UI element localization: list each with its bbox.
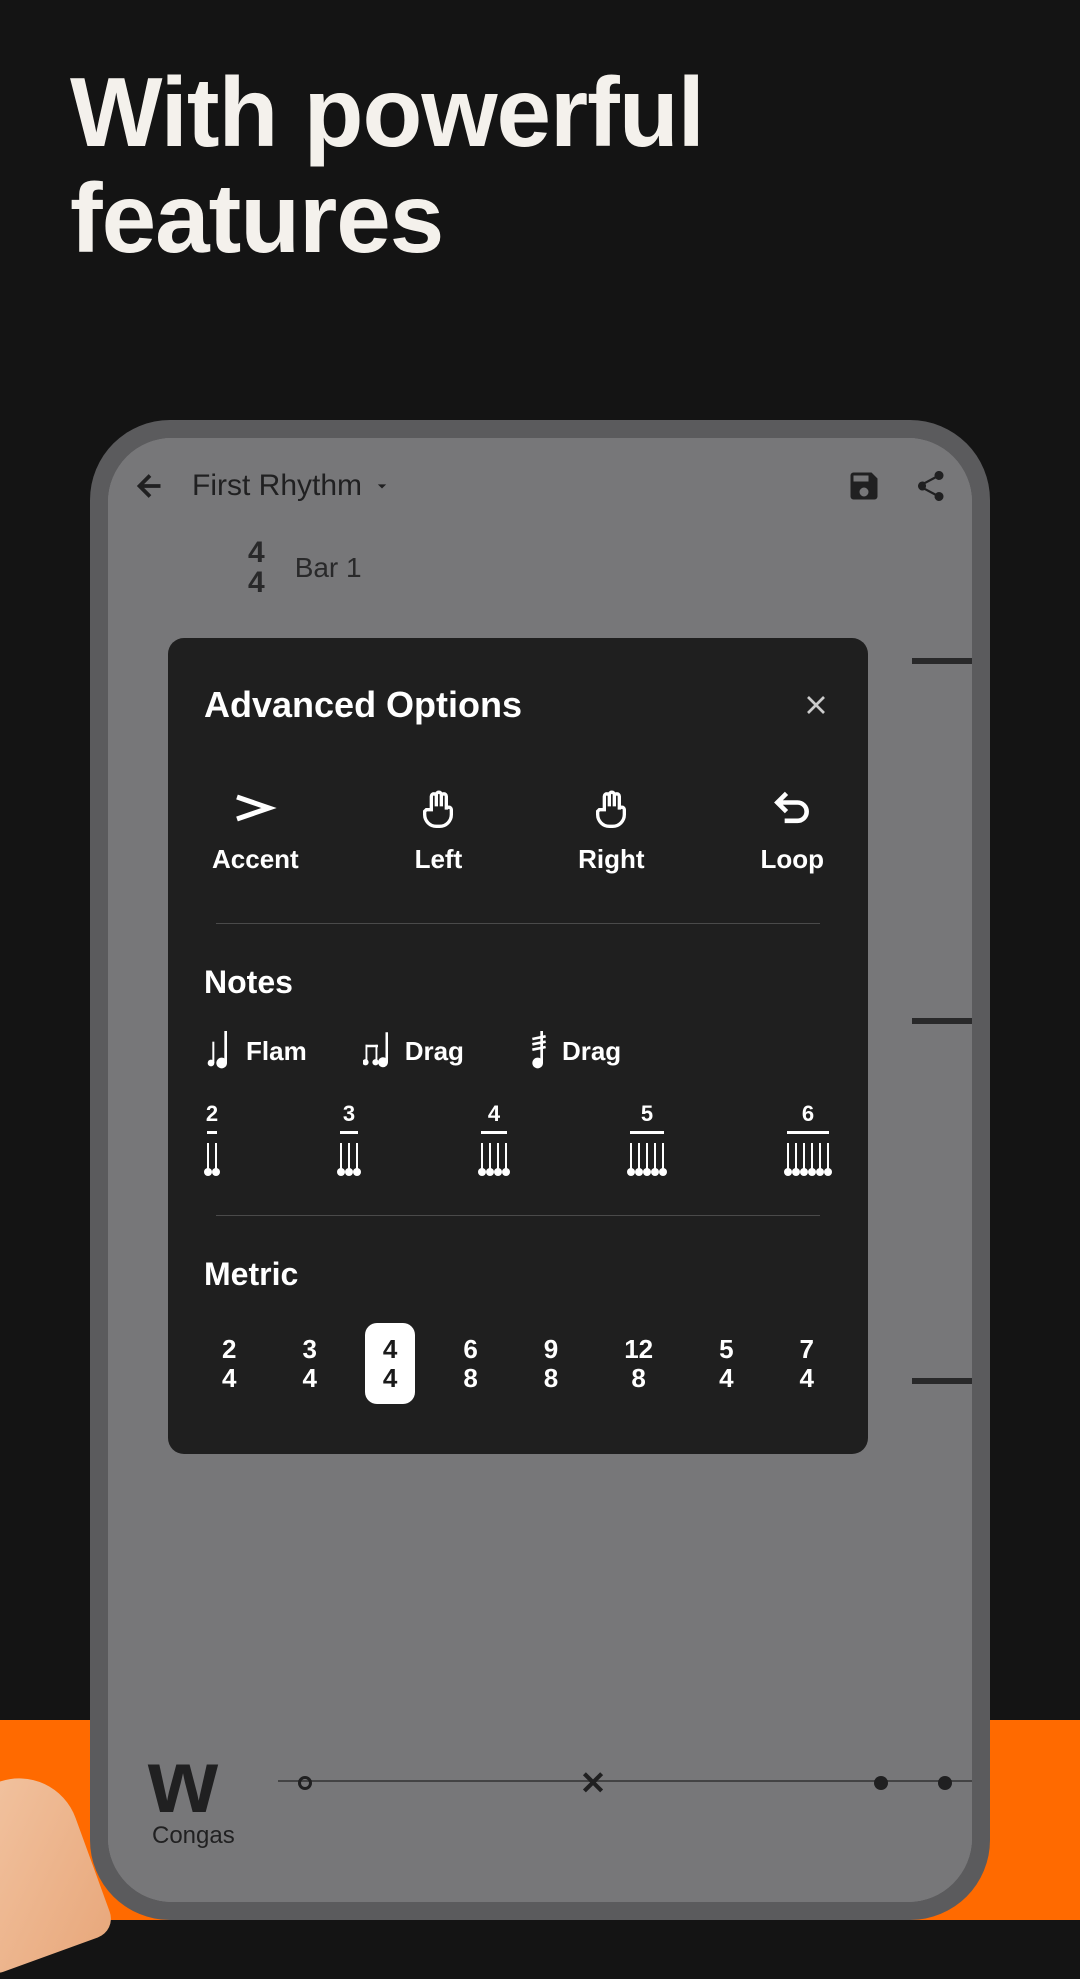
modal-title: Advanced Options (204, 684, 522, 726)
drag-icon (363, 1031, 393, 1071)
metric-4-4-button[interactable]: 44 (365, 1323, 415, 1404)
tuplet-4-button[interactable]: 4 (478, 1101, 510, 1171)
metric-5-4-button[interactable]: 54 (701, 1323, 751, 1404)
accent-icon (233, 786, 277, 830)
hand-left-icon (416, 786, 460, 830)
drag-button[interactable]: Drag (363, 1031, 464, 1071)
tuplet-3-button[interactable]: 3 (337, 1101, 361, 1171)
metric-section-title: Metric (204, 1256, 832, 1293)
notes-row: Flam Drag Drag (204, 1031, 832, 1071)
tuplet-6-button[interactable]: 6 (784, 1101, 832, 1171)
phone-frame: First Rhythm 4 4 Bar 1 ✕ (90, 420, 990, 1920)
metric-6-8-button[interactable]: 68 (445, 1323, 495, 1404)
right-hand-button[interactable]: Right (578, 786, 644, 875)
loop-button[interactable]: Loop (760, 786, 824, 875)
action-row: Accent Left Right (204, 786, 832, 875)
drag-roll-button[interactable]: Drag (520, 1031, 621, 1071)
promo-headline: With powerful features (0, 0, 1080, 272)
close-icon[interactable] (800, 689, 832, 721)
flam-icon (204, 1031, 234, 1071)
hand-right-icon (589, 786, 633, 830)
divider (216, 923, 820, 924)
metric-9-8-button[interactable]: 98 (526, 1323, 576, 1404)
advanced-options-modal: Advanced Options Accent Left (168, 638, 868, 1454)
metric-row: 24 34 44 68 98 128 54 74 (204, 1323, 832, 1404)
metric-2-4-button[interactable]: 24 (204, 1323, 254, 1404)
drag-roll-icon (520, 1031, 550, 1071)
accent-button[interactable]: Accent (212, 786, 299, 875)
divider (216, 1215, 820, 1216)
tuplet-row: 2 3 4 5 6 (204, 1101, 832, 1171)
metric-7-4-button[interactable]: 74 (782, 1323, 832, 1404)
phone-screen: First Rhythm 4 4 Bar 1 ✕ (108, 438, 972, 1902)
tuplet-5-button[interactable]: 5 (627, 1101, 667, 1171)
flam-button[interactable]: Flam (204, 1031, 307, 1071)
metric-12-8-button[interactable]: 128 (606, 1323, 671, 1404)
left-hand-button[interactable]: Left (415, 786, 463, 875)
tuplet-2-button[interactable]: 2 (204, 1101, 220, 1171)
metric-3-4-button[interactable]: 34 (284, 1323, 334, 1404)
notes-section-title: Notes (204, 964, 832, 1001)
loop-icon (770, 786, 814, 830)
